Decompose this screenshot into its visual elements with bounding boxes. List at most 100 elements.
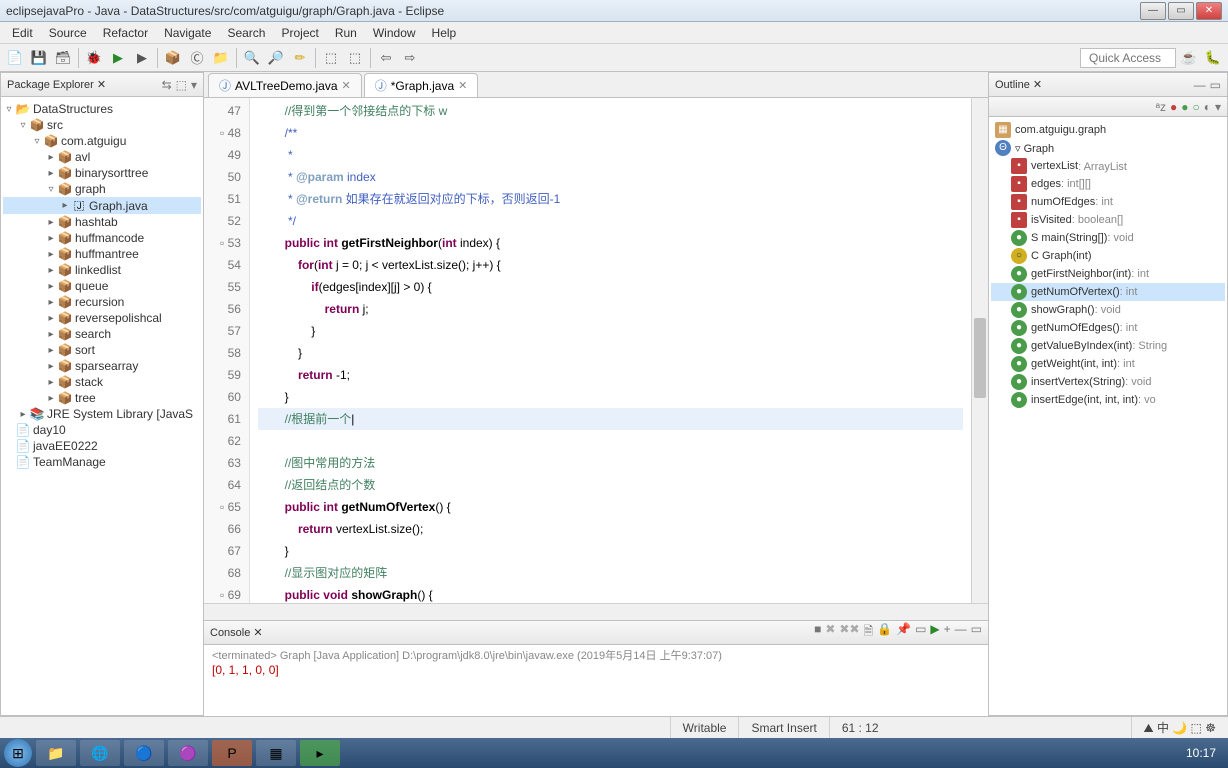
debug-icon[interactable]: 🐞 — [83, 47, 105, 69]
editor-tab[interactable]: ⒿAVLTreeDemo.java✕ — [208, 73, 362, 97]
tab-close-icon[interactable]: ✕ — [342, 79, 351, 92]
outline-item[interactable]: ○C Graph(int) — [991, 247, 1225, 265]
perspective-java-icon[interactable]: ☕ — [1178, 47, 1200, 69]
run-icon[interactable]: ▶ — [107, 47, 129, 69]
open-type-icon[interactable]: 🔍 — [241, 47, 263, 69]
outline-item[interactable]: ●getValueByIndex(int) : String — [991, 337, 1225, 355]
console-new-icon[interactable]: + — [944, 622, 951, 643]
menu-run[interactable]: Run — [327, 24, 365, 42]
package-tree[interactable]: ▿📂DataStructures▿📦src▿📦com.atguigu▸📦avl▸… — [1, 97, 203, 715]
annotation-next-icon[interactable]: ⬚ — [344, 47, 366, 69]
outline-filter-field-icon[interactable]: ● — [1170, 100, 1177, 114]
menu-help[interactable]: Help — [424, 24, 465, 42]
console-remove-icon[interactable]: ✖ — [825, 622, 835, 643]
vertical-scrollbar[interactable] — [971, 98, 988, 603]
tree-item[interactable]: 📄TeamManage — [3, 454, 201, 470]
outline-item[interactable]: ▪numOfEdges : int — [991, 193, 1225, 211]
console-open-icon[interactable]: ▶ — [930, 622, 939, 643]
tree-item[interactable]: ▿📦src — [3, 117, 201, 133]
nav-back-icon[interactable]: ⇦ — [375, 47, 397, 69]
taskbar-eclipse-icon[interactable]: 🟣 — [168, 740, 208, 766]
coverage-icon[interactable]: ▶ — [131, 47, 153, 69]
outline-item[interactable]: ▪isVisited : boolean[] — [991, 211, 1225, 229]
taskbar-chrome-icon[interactable]: 🔵 — [124, 740, 164, 766]
taskbar-green-icon[interactable]: ▸ — [300, 740, 340, 766]
outline-item[interactable]: ●getWeight(int, int) : int — [991, 355, 1225, 373]
tree-item[interactable]: ▸📦tree — [3, 390, 201, 406]
outline-item[interactable]: ▪edges : int[][] — [991, 175, 1225, 193]
tree-item[interactable]: ▿📂DataStructures — [3, 101, 201, 117]
menu-window[interactable]: Window — [365, 24, 424, 42]
outline-item[interactable]: ▦com.atguigu.graph — [991, 121, 1225, 139]
menu-search[interactable]: Search — [219, 24, 273, 42]
console-max-icon[interactable]: ▭ — [971, 622, 982, 643]
new-class-icon[interactable]: Ⓒ — [186, 47, 208, 69]
outline-item[interactable]: ▪vertexList : ArrayList — [991, 157, 1225, 175]
tree-item[interactable]: ▸📦avl — [3, 149, 201, 165]
save-icon[interactable]: 💾 — [28, 47, 50, 69]
outline-filter-local-icon[interactable]: ◐ — [1204, 100, 1211, 114]
annotation-prev-icon[interactable]: ⬚ — [320, 47, 342, 69]
outline-item[interactable]: ●S main(String[]) : void — [991, 229, 1225, 247]
outline-item[interactable]: ●insertVertex(String) : void — [991, 373, 1225, 391]
tree-item[interactable]: ▸📦huffmantree — [3, 246, 201, 262]
outline-item[interactable]: ●getFirstNeighbor(int) : int — [991, 265, 1225, 283]
minimize-button[interactable]: — — [1140, 2, 1166, 20]
outline-min-icon[interactable]: — — [1194, 78, 1206, 92]
outline-filter-static-icon[interactable]: ● — [1181, 100, 1188, 114]
taskbar-ppt-icon[interactable]: P — [212, 740, 252, 766]
console-terminate-icon[interactable]: ■ — [814, 622, 821, 643]
taskbar-explorer-icon[interactable]: 📁 — [36, 740, 76, 766]
tab-close-icon[interactable]: ✕ — [458, 79, 467, 92]
tree-item[interactable]: ▸📦queue — [3, 278, 201, 294]
menu-navigate[interactable]: Navigate — [156, 24, 219, 42]
tree-item[interactable]: ▸📦search — [3, 326, 201, 342]
tree-item[interactable]: ▸📦binarysorttree — [3, 165, 201, 181]
tree-item[interactable]: ▸📦sparsearray — [3, 358, 201, 374]
tree-item[interactable]: 📄javaEE0222 — [3, 438, 201, 454]
code-editor[interactable]: 47▫ 4849505152▫ 535455565758596061626364… — [204, 98, 988, 603]
new-folder-icon[interactable]: 📁 — [210, 47, 232, 69]
tree-item[interactable]: 📄day10 — [3, 422, 201, 438]
editor-tab[interactable]: Ⓙ*Graph.java✕ — [364, 73, 479, 97]
horizontal-scrollbar[interactable] — [204, 603, 988, 620]
start-button[interactable]: ⊞ — [4, 739, 32, 767]
console-clear-icon[interactable]: 🗎 — [864, 622, 874, 643]
outline-sort-icon[interactable]: ᵃz — [1156, 100, 1166, 114]
nav-fwd-icon[interactable]: ⇨ — [399, 47, 421, 69]
console-scroll-lock-icon[interactable]: 🔒 — [877, 622, 892, 643]
outline-item[interactable]: ●getNumOfVertex() : int — [991, 283, 1225, 301]
outline-menu-icon[interactable]: ▾ — [1215, 100, 1221, 114]
outline-item[interactable]: ●insertEdge(int, int, int) : vo — [991, 391, 1225, 409]
outline-tree[interactable]: ▦com.atguigu.graphΘ▿ Graph▪vertexList : … — [989, 117, 1227, 715]
tree-item[interactable]: ▸📦reversepolishcal — [3, 310, 201, 326]
toggle-mark-icon[interactable]: ✏ — [289, 47, 311, 69]
tree-item[interactable]: ▸📦huffmancode — [3, 230, 201, 246]
outline-max-icon[interactable]: ▭ — [1210, 78, 1221, 92]
menu-refactor[interactable]: Refactor — [95, 24, 156, 42]
maximize-button[interactable]: ▭ — [1168, 2, 1194, 20]
quick-access-input[interactable] — [1080, 48, 1176, 68]
tree-item[interactable]: ▸📚JRE System Library [JavaS — [3, 406, 201, 422]
tree-item[interactable]: ▸📦linkedlist — [3, 262, 201, 278]
menu-edit[interactable]: Edit — [4, 24, 41, 42]
outline-item[interactable]: Θ▿ Graph — [991, 139, 1225, 157]
outline-item[interactable]: ●showGraph() : void — [991, 301, 1225, 319]
search-icon[interactable]: 🔎 — [265, 47, 287, 69]
tree-item[interactable]: ▸📦recursion — [3, 294, 201, 310]
tree-item[interactable]: ▿📦com.atguigu — [3, 133, 201, 149]
console-display-icon[interactable]: ▭ — [915, 622, 926, 643]
close-button[interactable]: ✕ — [1196, 2, 1222, 20]
new-package-icon[interactable]: 📦 — [162, 47, 184, 69]
view-menu-icon[interactable]: ▾ — [191, 78, 197, 92]
taskbar-app-icon[interactable]: ▦ — [256, 740, 296, 766]
tree-item[interactable]: ▸🇯Graph.java — [3, 197, 201, 214]
menu-source[interactable]: Source — [41, 24, 95, 42]
save-all-icon[interactable]: 🗃 — [52, 47, 74, 69]
console-min-icon[interactable]: — — [955, 622, 967, 643]
code-area[interactable]: //得到第一个邻接结点的下标 w /** * * @param index * … — [250, 98, 971, 603]
new-icon[interactable]: 📄 — [4, 47, 26, 69]
perspective-debug-icon[interactable]: 🐛 — [1202, 47, 1224, 69]
menu-project[interactable]: Project — [273, 24, 326, 42]
tree-item[interactable]: ▿📦graph — [3, 181, 201, 197]
